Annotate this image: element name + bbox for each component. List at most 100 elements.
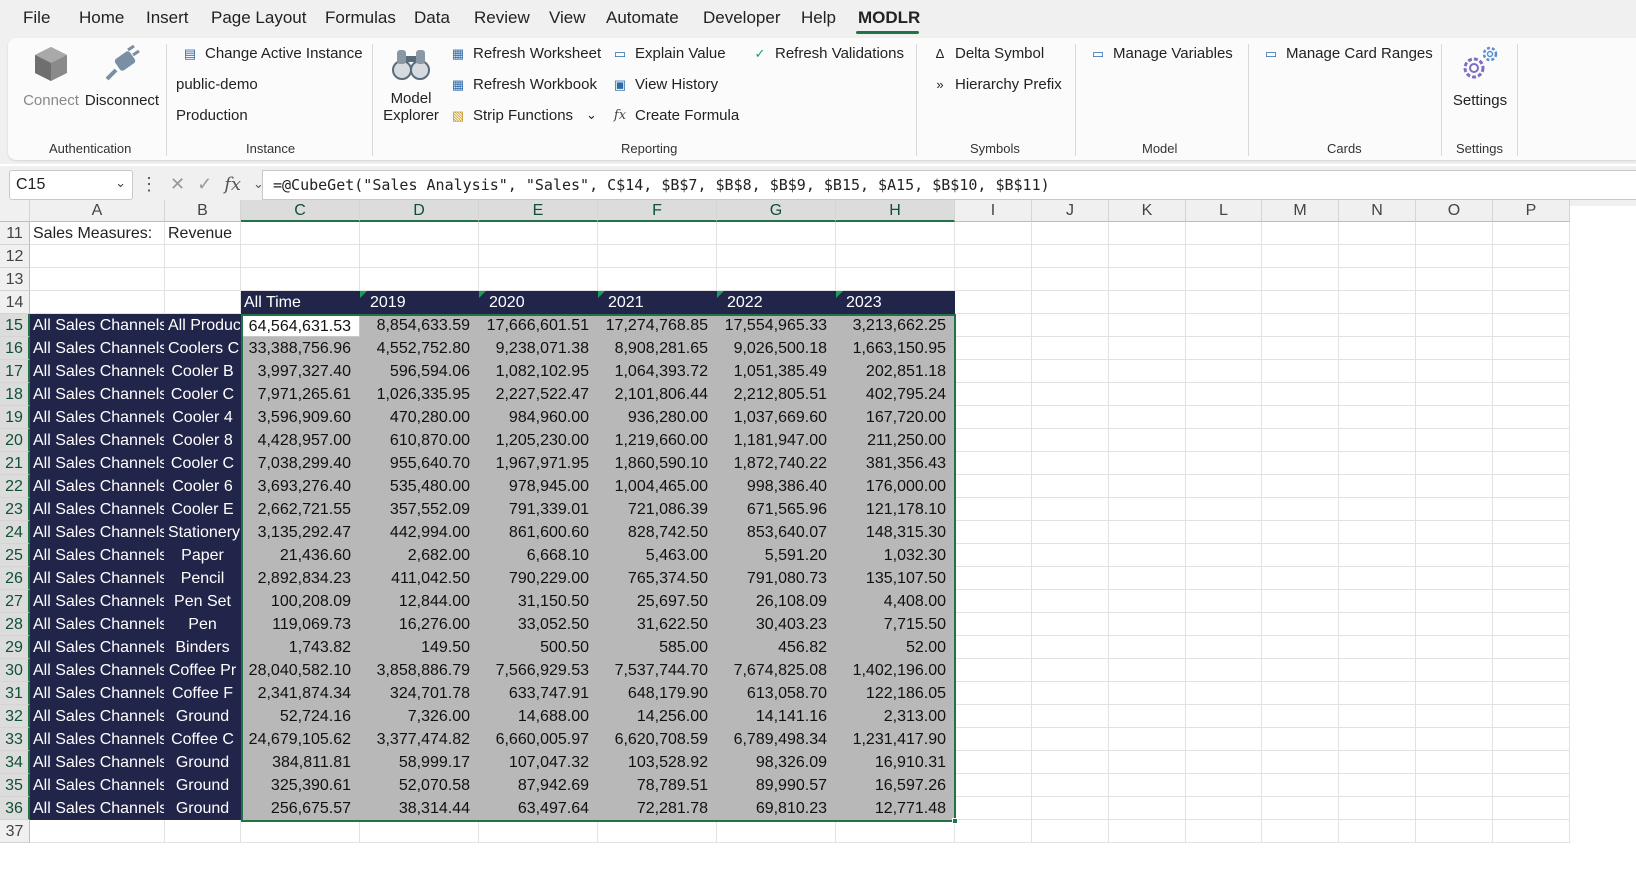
empty-cell[interactable] xyxy=(1416,797,1493,820)
empty-cell[interactable] xyxy=(1262,820,1339,843)
empty-cell[interactable] xyxy=(1262,360,1339,383)
empty-cell[interactable] xyxy=(1416,475,1493,498)
empty-cell[interactable] xyxy=(360,820,479,843)
row-header[interactable]: 12 xyxy=(0,245,30,268)
empty-cell[interactable] xyxy=(1262,291,1339,314)
empty-cell[interactable] xyxy=(1339,268,1416,291)
empty-cell[interactable] xyxy=(1493,337,1570,360)
confirm-icon[interactable]: ✓ xyxy=(197,174,212,195)
row-header[interactable]: 25 xyxy=(0,544,30,567)
row-header[interactable]: 29 xyxy=(0,636,30,659)
value-cell[interactable]: 87,942.69 xyxy=(479,774,598,797)
value-cell[interactable]: 148,315.30 xyxy=(836,521,955,544)
empty-cell[interactable] xyxy=(955,751,1032,774)
empty-cell[interactable] xyxy=(717,245,836,268)
manage-variables-button[interactable]: ▭ Manage Variables xyxy=(1090,45,1233,62)
value-cell[interactable]: 765,374.50 xyxy=(598,567,717,590)
value-cell[interactable]: 470,280.00 xyxy=(360,406,479,429)
value-cell[interactable]: 3,213,662.25 xyxy=(836,314,955,337)
value-cell[interactable]: 4,408.00 xyxy=(836,590,955,613)
empty-cell[interactable] xyxy=(1032,475,1109,498)
product-cell[interactable]: Coffee F xyxy=(165,682,241,705)
empty-cell[interactable] xyxy=(1493,291,1570,314)
empty-cell[interactable] xyxy=(1262,774,1339,797)
empty-cell[interactable] xyxy=(955,452,1032,475)
value-cell[interactable]: 1,663,150.95 xyxy=(836,337,955,360)
value-cell[interactable]: 381,356.43 xyxy=(836,452,955,475)
empty-cell[interactable] xyxy=(1339,797,1416,820)
value-cell[interactable]: 411,042.50 xyxy=(360,567,479,590)
column-header-p[interactable]: P xyxy=(1493,200,1570,222)
product-cell[interactable]: Ground xyxy=(165,797,241,820)
value-cell[interactable]: 633,747.91 xyxy=(479,682,598,705)
value-cell[interactable]: 2,892,834.23 xyxy=(241,567,360,590)
value-cell[interactable]: 2,101,806.44 xyxy=(598,383,717,406)
product-cell[interactable]: Pen Set xyxy=(165,590,241,613)
empty-cell[interactable] xyxy=(1032,659,1109,682)
empty-cell[interactable] xyxy=(1416,337,1493,360)
column-header-j[interactable]: J xyxy=(1032,200,1109,222)
empty-cell[interactable] xyxy=(955,774,1032,797)
empty-cell[interactable] xyxy=(1186,452,1262,475)
product-cell[interactable]: Cooler B xyxy=(165,360,241,383)
column-header-k[interactable]: K xyxy=(1109,200,1186,222)
empty-cell[interactable] xyxy=(955,222,1032,245)
empty-cell[interactable] xyxy=(1493,613,1570,636)
empty-cell[interactable] xyxy=(1032,797,1109,820)
value-cell[interactable]: 58,999.17 xyxy=(360,751,479,774)
value-cell[interactable]: 998,386.40 xyxy=(717,475,836,498)
empty-cell[interactable] xyxy=(955,682,1032,705)
empty-cell[interactable] xyxy=(1339,383,1416,406)
value-cell[interactable]: 17,274,768.85 xyxy=(598,314,717,337)
menu-home[interactable]: Home xyxy=(79,8,124,28)
value-cell[interactable]: 119,069.73 xyxy=(241,613,360,636)
empty-cell[interactable] xyxy=(1339,728,1416,751)
empty-cell[interactable] xyxy=(1339,774,1416,797)
empty-cell[interactable] xyxy=(1186,406,1262,429)
value-cell[interactable]: 5,463.00 xyxy=(598,544,717,567)
menu-formulas[interactable]: Formulas xyxy=(325,8,396,28)
empty-cell[interactable] xyxy=(1186,360,1262,383)
value-cell[interactable]: 325,390.61 xyxy=(241,774,360,797)
value-cell[interactable]: 211,250.00 xyxy=(836,429,955,452)
value-cell[interactable]: 52,070.58 xyxy=(360,774,479,797)
row-header[interactable]: 26 xyxy=(0,567,30,590)
period-header[interactable]: 2020 xyxy=(479,291,598,314)
value-cell[interactable]: 14,688.00 xyxy=(479,705,598,728)
product-cell[interactable]: Coffee C xyxy=(165,728,241,751)
explain-value-button[interactable]: ▭ Explain Value xyxy=(612,45,726,62)
value-cell[interactable]: 30,403.23 xyxy=(717,613,836,636)
empty-cell[interactable] xyxy=(955,613,1032,636)
value-cell[interactable]: 1,231,417.90 xyxy=(836,728,955,751)
row-header[interactable]: 17 xyxy=(0,360,30,383)
value-cell[interactable]: 1,181,947.00 xyxy=(717,429,836,452)
delta-symbol-button[interactable]: Δ Delta Symbol xyxy=(932,45,1045,62)
value-cell[interactable]: 384,811.81 xyxy=(241,751,360,774)
empty-cell[interactable] xyxy=(1339,544,1416,567)
empty-cell[interactable] xyxy=(1109,429,1186,452)
more-options-icon[interactable]: ⋮ xyxy=(140,174,158,195)
value-cell[interactable]: 17,666,601.51 xyxy=(479,314,598,337)
empty-cell[interactable] xyxy=(1109,682,1186,705)
value-cell[interactable]: 16,597.26 xyxy=(836,774,955,797)
sales-channel-cell[interactable]: All Sales Channels xyxy=(30,682,165,705)
column-header-o[interactable]: O xyxy=(1416,200,1493,222)
column-header-e[interactable]: E xyxy=(479,200,598,222)
sales-channel-cell[interactable]: All Sales Channels xyxy=(30,314,165,337)
value-cell[interactable]: 8,908,281.65 xyxy=(598,337,717,360)
empty-cell[interactable] xyxy=(1416,498,1493,521)
value-cell[interactable]: 52.00 xyxy=(836,636,955,659)
value-cell[interactable]: 16,276.00 xyxy=(360,613,479,636)
empty-cell[interactable] xyxy=(1186,383,1262,406)
empty-cell[interactable] xyxy=(1032,360,1109,383)
settings-button[interactable]: Settings xyxy=(1448,44,1512,109)
sales-channel-cell[interactable]: All Sales Channels xyxy=(30,751,165,774)
empty-cell[interactable] xyxy=(1339,314,1416,337)
column-header-l[interactable]: L xyxy=(1186,200,1262,222)
value-cell[interactable]: 1,037,669.60 xyxy=(717,406,836,429)
empty-cell[interactable] xyxy=(1493,268,1570,291)
empty-cell[interactable] xyxy=(479,820,598,843)
insert-function-icon[interactable]: fx xyxy=(224,174,241,195)
strip-functions-button[interactable]: ▧ Strip Functions xyxy=(450,107,573,124)
value-cell[interactable]: 3,596,909.60 xyxy=(241,406,360,429)
